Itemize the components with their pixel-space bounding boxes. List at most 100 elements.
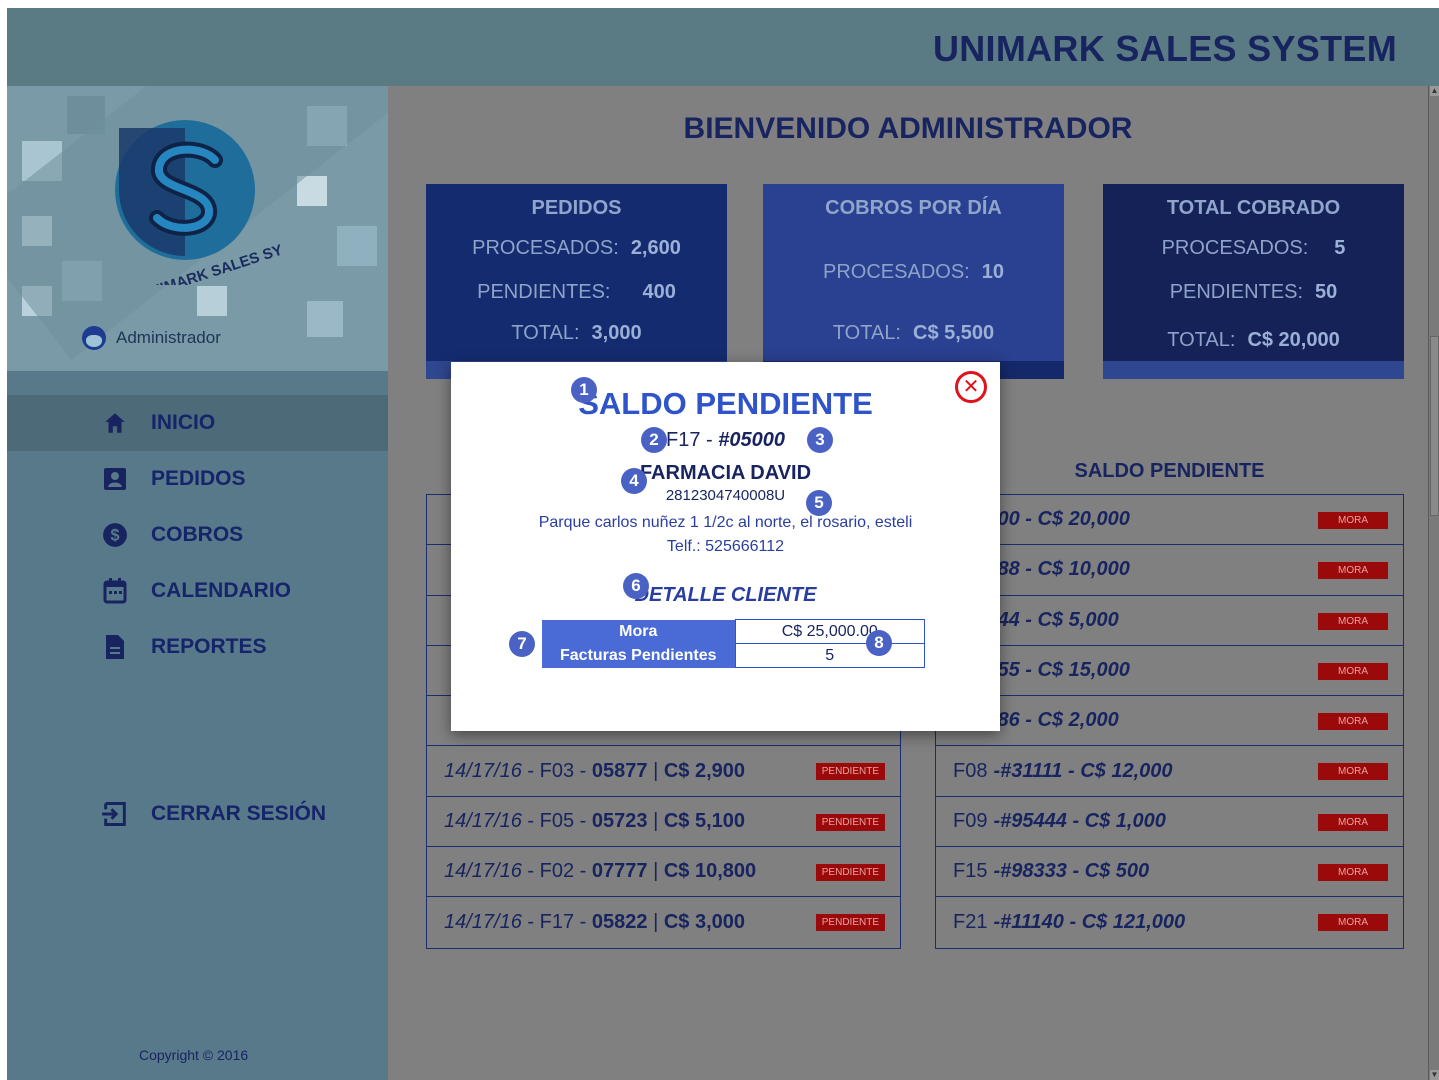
list-item[interactable]: 14/17/16 - F05 - 05723 | C$ 5,100 PENDIE… [427,797,900,848]
list-item[interactable]: 14/17/16 - F17 - 05822 | C$ 3,000 PENDIE… [427,897,900,947]
list-item[interactable]: F08- #31111 - C$ 12,000 MORA [936,746,1403,797]
sidebar-item-calendario[interactable]: CALENDARIO [7,563,388,619]
status-badge: PENDIENTE [815,813,885,831]
logout-icon [101,800,129,828]
invoice-series: F09 [953,809,988,832]
card-title: TOTAL COBRADO [1166,197,1341,219]
invoice-line: F17 - #05000 [666,429,785,451]
invoice-amount: C$ 121,000 [1081,911,1186,934]
annotation-marker: 7 [509,631,535,657]
scroll-down-arrow-icon[interactable]: ▼ [1430,1070,1439,1080]
logout-button[interactable]: CERRAR SESIÓN [7,786,388,842]
sidebar-item-reportes[interactable]: REPORTES [7,619,388,675]
list-item[interactable]: #05000 - C$ 20,000MORA [936,495,1403,546]
invoice-amount: C$ 10,000 [1037,558,1130,581]
sidebar-item-label: COBROS [151,523,244,546]
invoice-amount: C$ 20,000 [1037,508,1130,531]
table-row-label: Facturas Pendientes [542,643,735,668]
mosaic-tile [337,226,377,266]
detail-title: DETALLE CLIENTE [634,584,817,606]
annotation-marker: 1 [571,377,597,403]
status-badge: MORA [1318,662,1388,680]
invoice-series: F15 [953,860,988,883]
saldo-list: #05000 - C$ 20,000MORA#05888 - C$ 10,000… [935,494,1404,949]
vertical-scrollbar[interactable]: ▲ ▼ [1428,86,1439,1080]
stat-card-total-cobrado[interactable]: TOTAL COBRADO PROCESADOS: 5 PENDIENTES: 50… [1103,184,1404,379]
invoice-amount: C$ 1,000 [1084,809,1166,832]
status-badge: MORA [1318,612,1388,630]
card-row-procesados: PROCESADOS: 2,600 [472,237,681,259]
stat-card-cobros[interactable]: COBROS POR DÍA PROCESADOS: 10 TOTAL: C$ 5,… [763,184,1064,379]
card-row-total: TOTAL: 3,000 [511,322,642,344]
list-item[interactable]: #58886 - C$ 2,000MORA [936,696,1403,747]
unimark-logo: UNIMARK SALES SYSTEM [115,120,282,285]
card-row-procesados: PROCESADOS: 10 [823,261,1004,283]
page-title: BIENVENIDO ADMINISTRADOR [683,112,1133,145]
invoice-amount: C$ 2,000 [1037,709,1119,732]
contact-card-icon [101,465,129,493]
card-row-total: TOTAL: C$ 20,000 [1167,329,1340,351]
list-item[interactable]: 14/17/16 - F02 - 07777 | C$ 10,800 PENDI… [427,847,900,898]
sidebar-item-label: PEDIDOS [151,467,246,490]
client-phone: Telf.: 525666112 [666,538,785,555]
invoice-amount: C$ 12,000 [1080,759,1173,782]
list-item[interactable]: F09- #95444 - C$ 1,000 MORA [936,797,1403,848]
card-title: COBROS POR DÍA [825,197,1002,219]
annotation-marker: 5 [806,490,832,516]
table-row-value: C$ 25,000.00 [734,619,925,644]
invoice-number: #95444 [1000,809,1067,832]
annotation-marker: 2 [641,427,667,453]
stat-card-pedidos[interactable]: PEDIDOS PROCESADOS: 2,600 PENDIENTES: 400 … [426,184,727,379]
mosaic-tile [297,176,327,206]
status-badge: MORA [1318,813,1388,831]
list-item[interactable]: #08844 - C$ 5,000MORA [936,596,1403,646]
annotation-marker: 4 [621,468,647,494]
document-icon [101,633,129,661]
sidebar-item-pedidos[interactable]: PEDIDOS [7,451,388,507]
status-badge: PENDIENTE [815,763,885,781]
dollar-circle-icon: $ [101,521,129,549]
invoice-series: F21 [953,911,988,934]
saldo-pendiente-modal: ✕ SALDO PENDIENTE F17 - #05000 FARMACIA … [451,362,1000,731]
card-row-procesados: PROCESADOS: 5 [1161,237,1346,259]
top-bar: UNIMARK SALES SYSTEM [7,8,1439,86]
card-row-pendientes: PENDIENTES: 400 [477,281,676,303]
list-item[interactable]: #05888 - C$ 10,000MORA [936,545,1403,596]
sidebar: UNIMARK SALES SYSTEM Administrador INICI… [7,86,388,1080]
status-badge: PENDIENTE [815,914,885,932]
status-badge: MORA [1318,562,1388,580]
user-name: Administrador [116,328,221,347]
scroll-thumb[interactable] [1430,336,1439,516]
invoice-amount: C$ 500 [1084,860,1150,883]
calendar-icon [101,577,129,605]
status-badge: MORA [1318,512,1388,529]
card-title: PEDIDOS [531,197,622,219]
app-title: UNIMARK SALES SYSTEM [932,28,1397,69]
invoice-number: #11140 [1000,911,1064,934]
invoice-number: #98333 [1000,860,1067,883]
list-item[interactable]: #10555 - C$ 15,000MORA [936,646,1403,697]
svg-text:$: $ [110,526,119,544]
user-info[interactable]: Administrador [82,326,221,350]
modal-title: SALDO PENDIENTE [578,386,873,421]
list-item[interactable]: F21- #11140 - C$ 121,000 MORA [936,897,1403,947]
logout-label: CERRAR SESIÓN [151,802,327,825]
card-row-total: TOTAL: C$ 5,500 [832,322,995,344]
copyright: Copyright © 2016 [139,1047,249,1063]
client-address: Parque carlos nuñez 1 1/2c al norte, el … [538,514,913,531]
sidebar-item-inicio[interactable]: INICIO [7,395,388,451]
user-avatar-icon [82,326,106,350]
list-item[interactable]: 14/17/16 - F03 - 05877 | C$ 2,900 PENDIE… [427,746,900,797]
invoice-amount: C$ 15,000 [1037,659,1130,682]
sidebar-item-cobros[interactable]: $ COBROS [7,507,388,563]
table-row-value: 5 [734,643,925,668]
table-row-label: Mora [542,619,735,644]
status-badge: MORA [1318,763,1388,781]
client-name: FARMACIA DAVID [639,462,812,484]
scroll-up-arrow-icon[interactable]: ▲ [1430,86,1439,96]
list-item[interactable]: F15- #98333 - C$ 500 MORA [936,847,1403,898]
status-badge: PENDIENTE [815,864,885,882]
annotation-marker: 6 [623,573,649,599]
card-strip [1103,361,1404,379]
sidebar-item-label: REPORTES [151,635,267,658]
